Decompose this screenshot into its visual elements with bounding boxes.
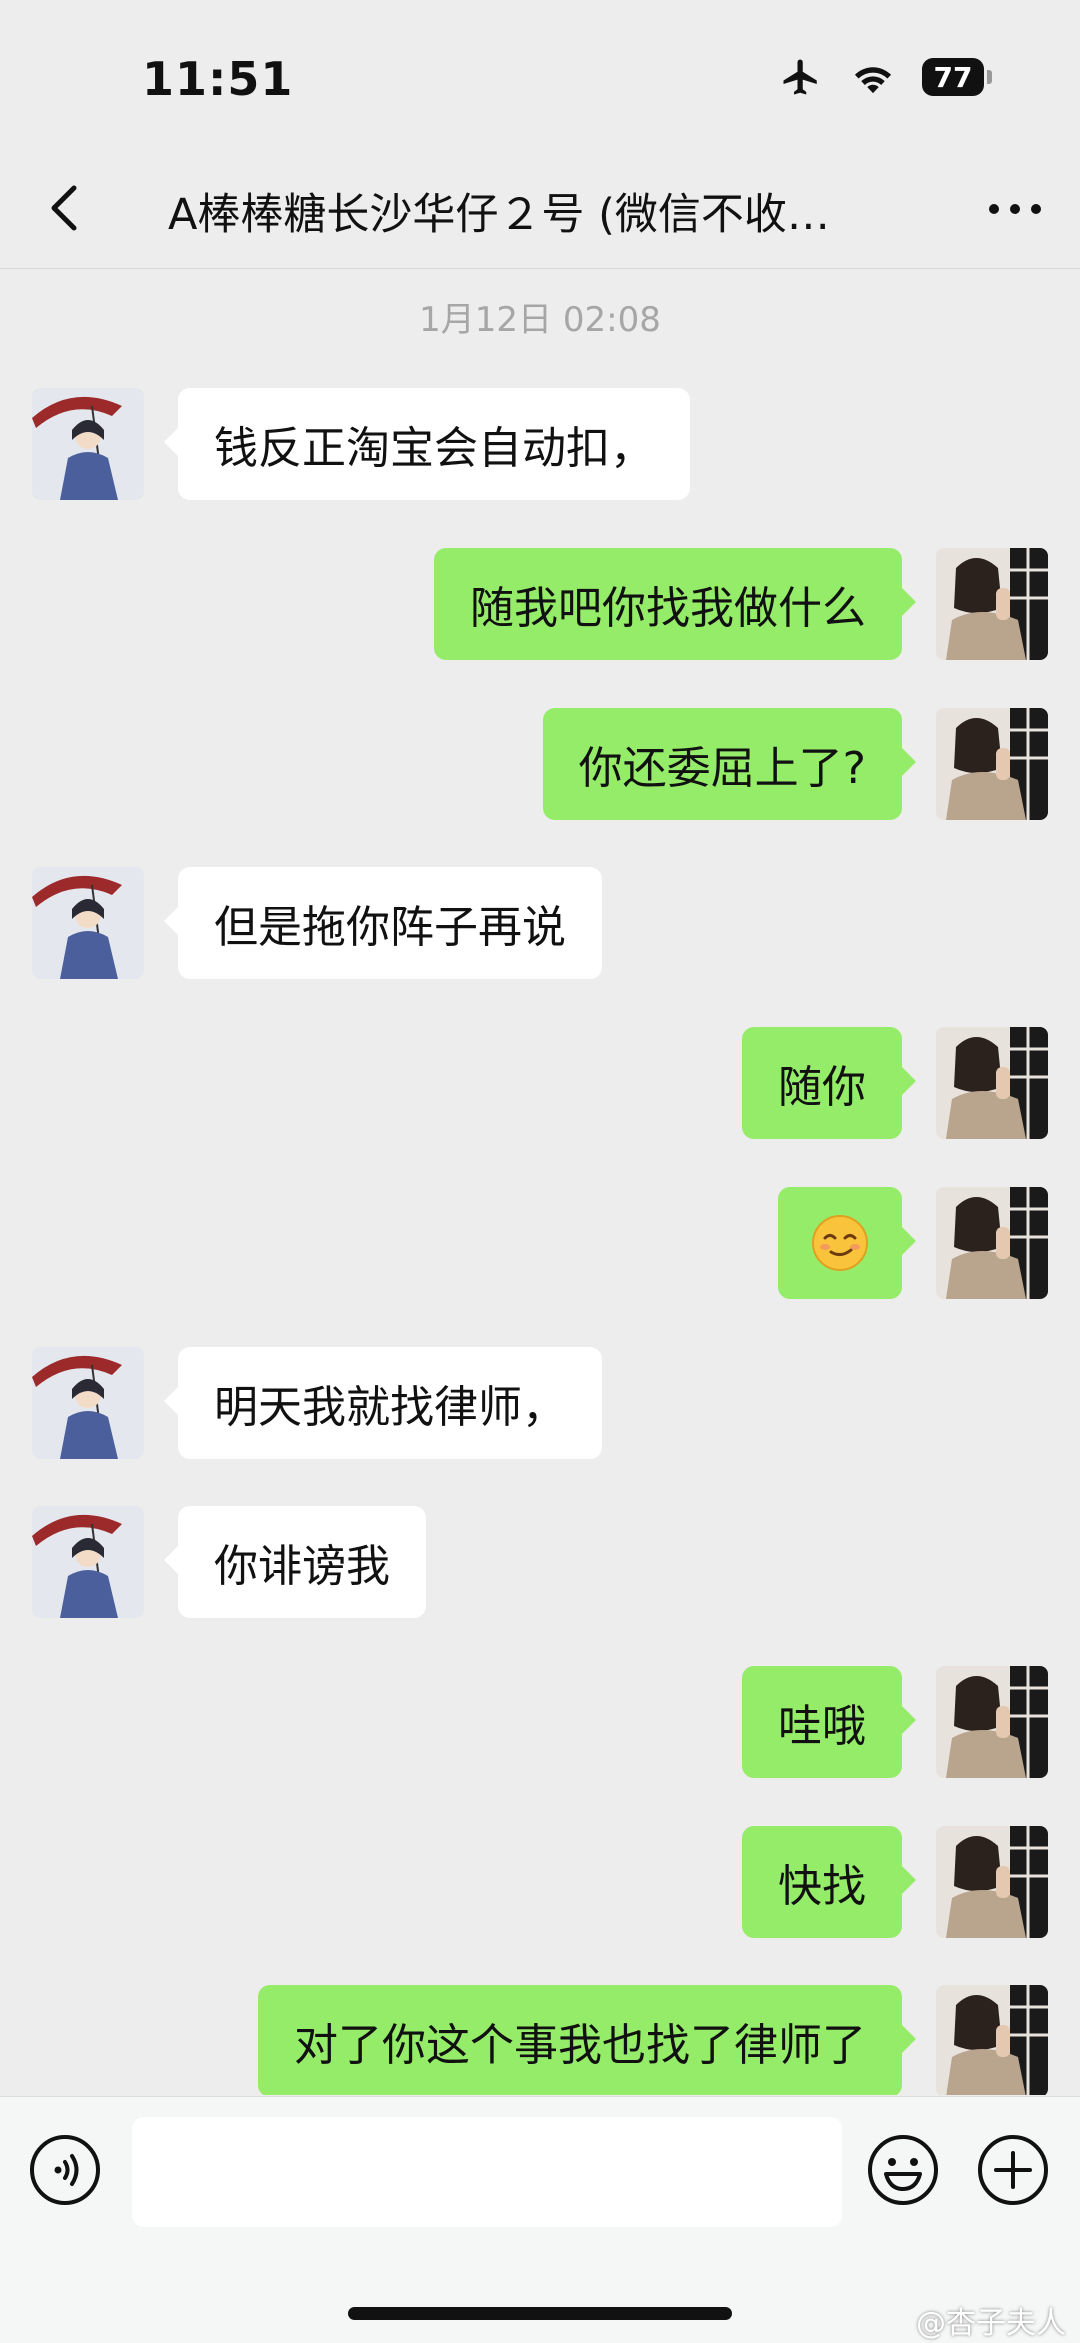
my-avatar-image (936, 708, 1048, 820)
message-text: 钱反正淘宝会自动扣， (214, 423, 654, 474)
message-text: 你诽谤我 (214, 1541, 390, 1592)
airplane-icon (783, 59, 817, 95)
message-text: 明天我就找律师， (214, 1382, 566, 1433)
wifi-icon (854, 67, 892, 94)
home-indicator (348, 2307, 732, 2320)
back-chevron-icon[interactable] (36, 178, 96, 238)
message-text: 随我吧你找我做什么 (470, 583, 866, 634)
outgoing-emoji-bubble[interactable] (778, 1187, 916, 1299)
chat-timestamp: 1月12日 02:08 (419, 300, 661, 340)
my-avatar-image (936, 1666, 1048, 1778)
chat-message-list[interactable]: 1月12日 02:08 钱反正淘宝会自动扣， 随我吧你找我做什么 你还委屈上了? (0, 270, 1080, 2095)
outgoing-message-bubble[interactable]: 对了你这个事我也找了律师了 (258, 1985, 916, 2095)
chat-header: A棒棒糖长沙华仔２号 (微信不收… (0, 150, 1080, 269)
battery-indicator: 77 (922, 58, 992, 96)
my-avatar[interactable] (936, 708, 1048, 820)
outgoing-message-bubble[interactable]: 你还委屈上了? (542, 708, 917, 820)
contact-avatar[interactable] (32, 388, 144, 500)
my-avatar[interactable] (936, 1027, 1048, 1139)
my-avatar[interactable] (936, 1826, 1048, 1938)
outgoing-message-bubble[interactable]: 哇哦 (742, 1666, 916, 1778)
outgoing-message-bubble[interactable]: 随你 (742, 1027, 916, 1139)
status-icons: 77 (778, 56, 992, 98)
watermark: @杏子夫人 (916, 2306, 1066, 2341)
my-avatar[interactable] (936, 1666, 1048, 1778)
message-text: 随你 (778, 1062, 866, 1113)
message-text: 你还委屈上了? (578, 743, 866, 794)
contact-avatar[interactable] (32, 867, 144, 979)
incoming-message-bubble[interactable]: 明天我就找律师， (164, 1347, 602, 1459)
outgoing-message-bubble[interactable]: 快找 (742, 1826, 916, 1938)
message-text: 对了你这个事我也找了律师了 (294, 2020, 866, 2071)
more-options-icon[interactable] (980, 180, 1050, 238)
my-avatar[interactable] (936, 1985, 1048, 2095)
contact-avatar-image (32, 388, 144, 500)
message-text: 哇哦 (778, 1701, 866, 1752)
voice-input-icon[interactable] (28, 2133, 102, 2207)
message-input[interactable] (132, 2117, 842, 2227)
my-avatar[interactable] (936, 1187, 1048, 1299)
status-time: 11:51 (142, 52, 294, 106)
contact-avatar[interactable] (32, 1506, 144, 1618)
my-avatar-image (936, 548, 1048, 660)
add-attachment-icon[interactable] (976, 2133, 1050, 2207)
status-bar: 11:51 77 (0, 0, 1080, 150)
contact-avatar-image (32, 867, 144, 979)
incoming-message-bubble[interactable]: 钱反正淘宝会自动扣， (164, 388, 690, 500)
chat-title: A棒棒糖长沙华仔２号 (微信不收… (168, 190, 830, 240)
incoming-message-bubble[interactable]: 你诽谤我 (164, 1506, 426, 1618)
my-avatar-image (936, 1985, 1048, 2095)
contact-avatar-image (32, 1506, 144, 1618)
contact-avatar-image (32, 1347, 144, 1459)
incoming-message-bubble[interactable]: 但是拖你阵子再说 (164, 867, 602, 979)
emoji-picker-icon[interactable] (866, 2133, 940, 2207)
outgoing-message-bubble[interactable]: 随我吧你找我做什么 (434, 548, 916, 660)
my-avatar-image (936, 1187, 1048, 1299)
my-avatar[interactable] (936, 548, 1048, 660)
contact-avatar[interactable] (32, 1347, 144, 1459)
my-avatar-image (936, 1027, 1048, 1139)
smirk-face-emoji (812, 1215, 868, 1271)
message-text: 但是拖你阵子再说 (214, 902, 566, 953)
my-avatar-image (936, 1826, 1048, 1938)
message-text: 快找 (778, 1861, 866, 1912)
